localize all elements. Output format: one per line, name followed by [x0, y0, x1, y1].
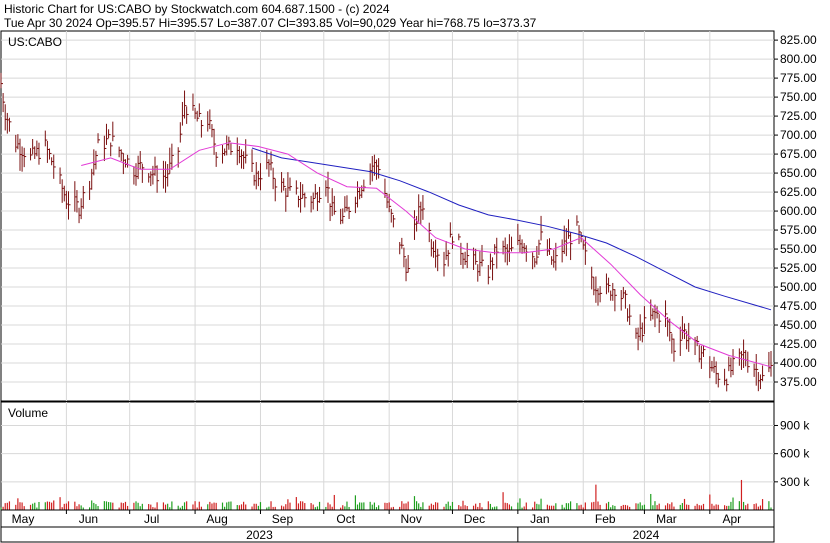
price-tick-label: 625.00	[780, 185, 817, 199]
volume-axis: 900 k 600 k 300 k	[774, 418, 810, 489]
quote-summary: Tue Apr 30 2024 Op=395.57 Hi=395.57 Lo=3…	[4, 16, 537, 30]
price-tick-label: 600.00	[780, 204, 817, 218]
year-label: 2024	[633, 528, 660, 542]
month-tick-label: Aug	[206, 512, 227, 526]
month-tick-label: Apr	[722, 512, 741, 526]
month-tick-label: Oct	[336, 512, 355, 526]
price-panel-frame	[0, 30, 775, 402]
price-tick-label: 750.00	[780, 90, 817, 104]
month-tick-label: Jul	[144, 512, 159, 526]
price-tick-label: 650.00	[780, 166, 817, 180]
price-tick-label: 475.00	[780, 299, 817, 313]
price-tick-label: 525.00	[780, 261, 817, 275]
price-tick-label: 450.00	[780, 318, 817, 332]
price-panel: 825.00 800.00 775.00 750.00 725.00 700.00 675.…	[0, 30, 817, 402]
price-tick-label: 700.00	[780, 128, 817, 142]
price-tick-label: 725.00	[780, 109, 817, 123]
stock-chart: Historic Chart for US:CABO by Stockwatch…	[0, 0, 830, 543]
month-tick-label: Feb	[595, 512, 616, 526]
month-tick-label: Nov	[400, 512, 421, 526]
ticker-label: US:CABO	[8, 35, 62, 49]
month-tick-label: Jan	[530, 512, 549, 526]
month-tick-label: Jun	[79, 512, 98, 526]
price-tick-label: 425.00	[780, 337, 817, 351]
month-tick-label: Dec	[464, 512, 485, 526]
price-tick-label: 375.00	[780, 375, 817, 389]
chart-title: Historic Chart for US:CABO by Stockwatch…	[4, 2, 390, 16]
volume-tick-label: 600 k	[780, 447, 810, 461]
price-tick-label: 775.00	[780, 71, 817, 85]
price-tick-label: 575.00	[780, 223, 817, 237]
price-tick-label: 550.00	[780, 242, 817, 256]
volume-panel: 900 k 600 k 300 k Volume	[0, 401, 810, 511]
month-tick-label: May	[12, 512, 35, 526]
price-tick-label: 800.00	[780, 52, 817, 66]
volume-panel-frame	[0, 401, 775, 511]
price-tick-label: 825.00	[780, 33, 817, 47]
month-tick-label: Sep	[272, 512, 294, 526]
month-tick-label: Mar	[656, 512, 677, 526]
year-label: 2023	[246, 528, 273, 542]
price-tick-label: 400.00	[780, 356, 817, 370]
price-tick-label: 675.00	[780, 147, 817, 161]
volume-label: Volume	[8, 406, 48, 420]
volume-tick-label: 300 k	[780, 475, 810, 489]
price-tick-label: 500.00	[780, 280, 817, 294]
volume-tick-label: 900 k	[780, 418, 810, 432]
